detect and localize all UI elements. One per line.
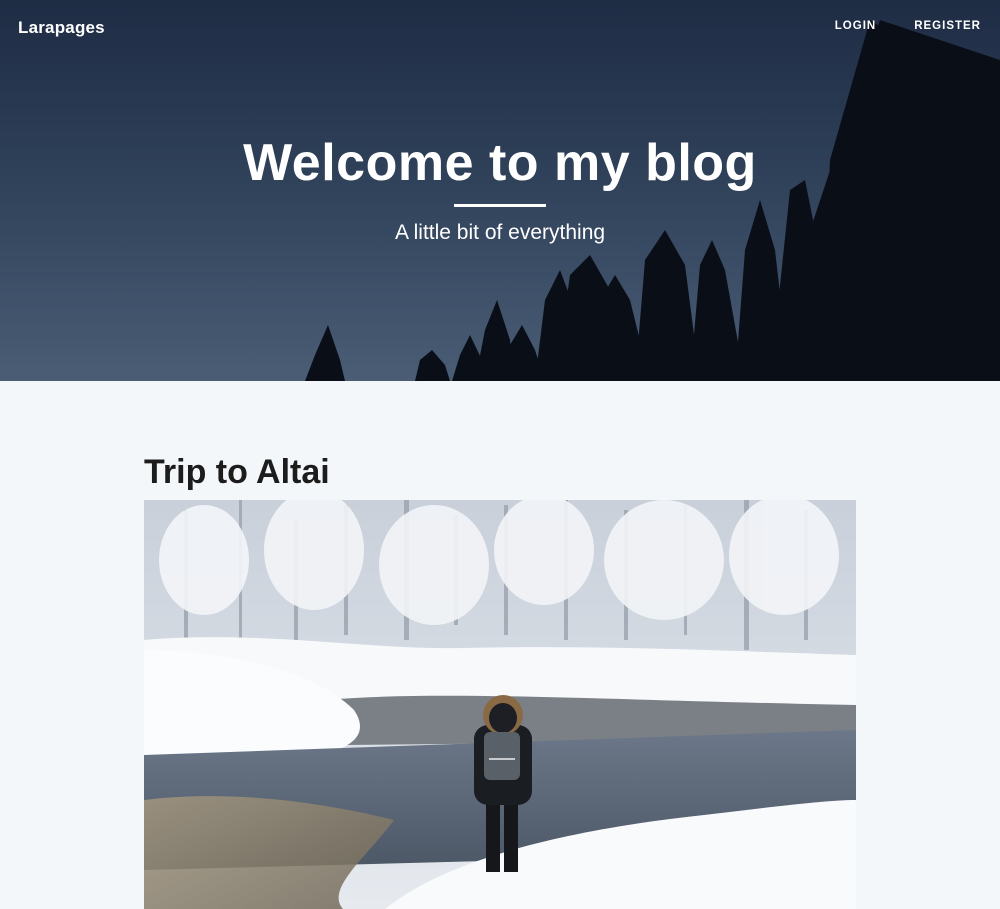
top-nav: LOGIN REGISTER xyxy=(835,20,981,32)
brand-link[interactable]: Larapages xyxy=(18,18,105,38)
hero-subtitle: A little bit of everything xyxy=(394,221,606,244)
login-link[interactable]: LOGIN xyxy=(835,20,876,32)
register-link[interactable]: REGISTER xyxy=(914,20,981,32)
post-card: Trip to Altai xyxy=(144,452,856,909)
post-title[interactable]: Trip to Altai xyxy=(144,452,856,500)
main-content: Trip to Altai xyxy=(0,381,1000,909)
snowy-forest-river-photo-icon xyxy=(144,500,856,909)
hero-title: Welcome to my blog xyxy=(243,134,757,192)
hero-divider xyxy=(454,204,546,207)
post-image[interactable] xyxy=(144,500,856,909)
hero-header: Larapages LOGIN REGISTER Welcome to my b… xyxy=(0,0,1000,381)
